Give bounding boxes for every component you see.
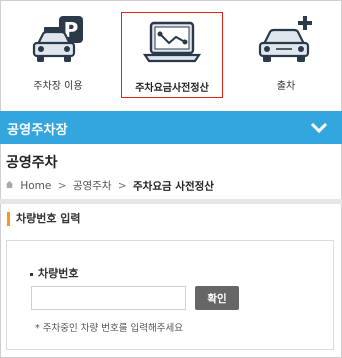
menu-item-label: 출차 (276, 81, 296, 92)
input-help-text: * 주차중인 차량 번호를 입력해주세요 (35, 323, 183, 334)
section-dropdown-label: 공영주차장 (7, 123, 68, 138)
breadcrumb-current: 주차요금 사전정산 (133, 180, 214, 193)
laptop-payment-icon (141, 17, 203, 73)
breadcrumb-separator: > (57, 180, 67, 192)
menu-item-prepay[interactable]: 주차요금사전정산 (121, 12, 223, 98)
breadcrumb-separator: > (117, 180, 127, 192)
parking-car-icon: P (28, 14, 88, 70)
home-icon (5, 180, 14, 192)
vehicle-number-label: 차량번호 (30, 265, 78, 281)
car-exit-icon (256, 14, 316, 70)
breadcrumb: Home > 공영주차 > 주차요금 사전정산 (5, 178, 214, 194)
section-heading: 차량번호 입력 (7, 212, 81, 226)
menu-item-exit[interactable]: 출차 (236, 10, 336, 98)
page-title: 공영주차 (6, 155, 58, 171)
vehicle-form-box: 차량번호 확인 * 주차중인 차량 번호를 입력해주세요 (6, 240, 334, 350)
breadcrumb-level1-link[interactable]: 공영주차 (73, 180, 112, 192)
chevron-down-icon (310, 120, 328, 139)
confirm-button[interactable]: 확인 (195, 286, 239, 310)
menu-item-label: 주차장 이용 (33, 81, 83, 92)
top-menu: P 주차장 이용 주차요금사전정산 출차 (0, 0, 342, 108)
bullet-icon (30, 272, 33, 276)
vehicle-number-input[interactable] (31, 286, 186, 310)
menu-item-parking[interactable]: P 주차장 이용 (8, 10, 108, 98)
breadcrumb-home-link[interactable]: Home (20, 180, 51, 192)
section-divider (0, 199, 342, 204)
section-dropdown[interactable]: 공영주차장 (0, 111, 342, 144)
menu-item-label: 주차요금사전정산 (135, 83, 209, 94)
